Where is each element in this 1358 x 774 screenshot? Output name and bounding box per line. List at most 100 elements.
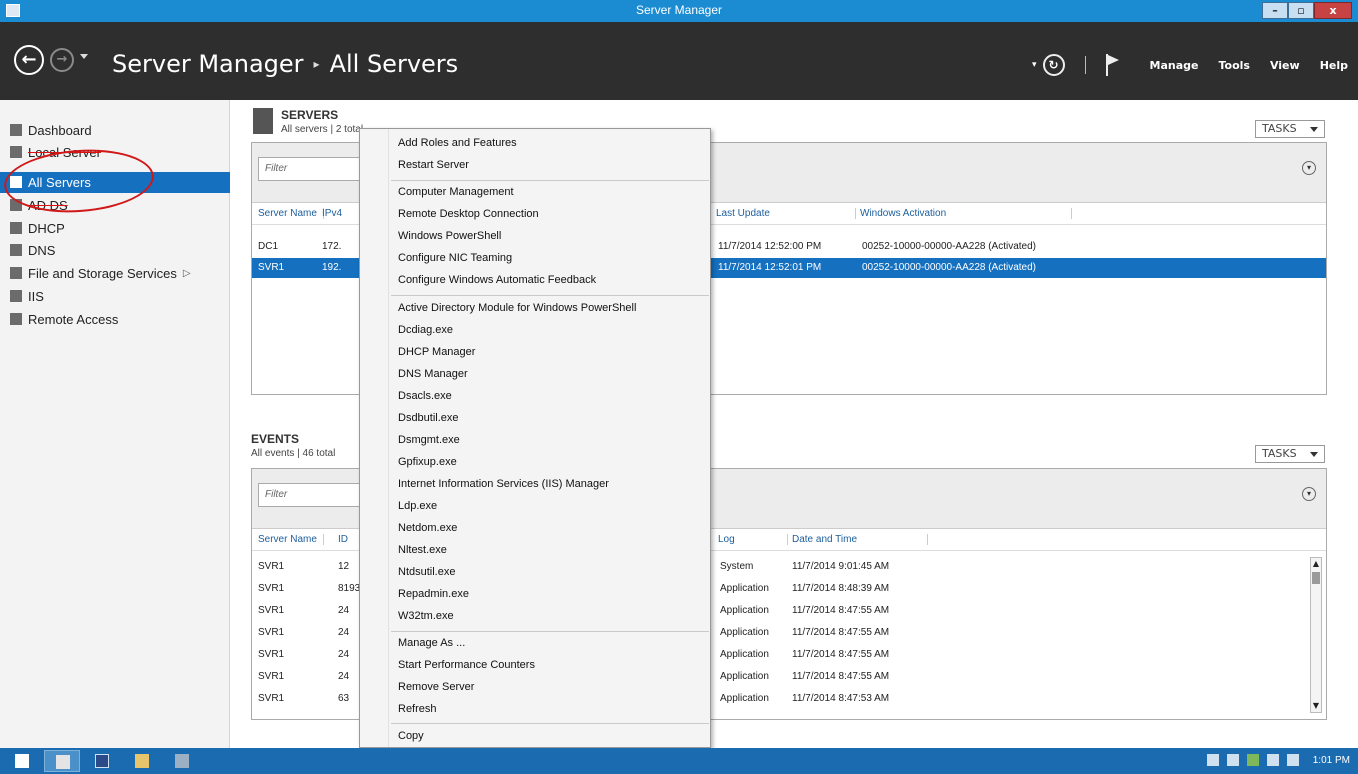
menu-item-automatic-feedback[interactable]: Configure Windows Automatic Feedback <box>398 274 596 286</box>
scroll-thumb[interactable] <box>1312 572 1320 584</box>
servers-filter-input[interactable]: Filter <box>258 157 368 181</box>
menu-item-nltest[interactable]: Nltest.exe <box>398 544 447 556</box>
notifications-flag-icon[interactable] <box>1105 54 1120 76</box>
menu-item-w32tm[interactable]: W32tm.exe <box>398 610 454 622</box>
sidebar-item-dashboard[interactable]: Dashboard <box>0 120 230 141</box>
menu-item-remove-server[interactable]: Remove Server <box>398 681 474 693</box>
breadcrumb-current: All Servers <box>329 50 459 78</box>
forward-button[interactable]: → <box>50 48 74 72</box>
column-ipv4[interactable]: IPv4 <box>322 208 342 219</box>
event-id-cell: 24 <box>338 671 350 682</box>
windows-taskbar: 1:01 PM <box>0 748 1358 774</box>
menu-item-computer-management[interactable]: Computer Management <box>398 186 514 198</box>
refresh-icon[interactable]: ↻ <box>1042 54 1065 76</box>
menu-item-performance-counters[interactable]: Start Performance Counters <box>398 659 535 671</box>
expand-icon[interactable]: ▾ <box>1302 161 1316 175</box>
menu-item-manage-as[interactable]: Manage As ... <box>398 637 465 649</box>
menu-item-gpfixup[interactable]: Gpfixup.exe <box>398 456 457 468</box>
activation-cell: 00252-10000-00000-AA228 (Activated) <box>862 241 1037 252</box>
minimize-button[interactable]: – <box>1262 2 1288 19</box>
volume-icon[interactable] <box>1286 754 1299 766</box>
maximize-button[interactable]: ▫ <box>1288 2 1314 19</box>
menu-item-copy[interactable]: Copy <box>398 730 424 742</box>
header-divider <box>1084 56 1086 74</box>
refresh-dropdown-icon[interactable]: ▾ <box>1032 60 1037 70</box>
servers-tasks-button[interactable]: TASKS <box>1255 120 1325 138</box>
menu-item-ldp[interactable]: Ldp.exe <box>398 500 437 512</box>
file-storage-icon <box>10 267 22 279</box>
breadcrumb-root[interactable]: Server Manager <box>112 50 304 78</box>
menu-item-add-roles[interactable]: Add Roles and Features <box>398 137 517 149</box>
close-button[interactable]: x <box>1314 2 1352 19</box>
menu-item-iis-manager[interactable]: Internet Information Services (IIS) Mana… <box>398 478 609 490</box>
column-server-name[interactable]: Server Name <box>258 208 324 219</box>
sidebar-item-file-storage[interactable]: File and Storage Services ▷ <box>0 263 230 284</box>
menu-view[interactable]: View <box>1270 59 1300 72</box>
start-button[interactable] <box>4 750 40 772</box>
tools-icon <box>175 754 189 768</box>
events-scrollbar[interactable]: ▲ ▼ <box>1310 557 1322 713</box>
last-update-cell: 11/7/2014 12:52:01 PM <box>718 262 822 273</box>
menu-item-restart-server[interactable]: Restart Server <box>398 159 469 171</box>
event-datetime-cell: 11/7/2014 8:47:53 AM <box>792 693 890 704</box>
event-id-cell: 63 <box>338 693 350 704</box>
expand-arrow-icon[interactable]: ▷ <box>183 268 191 279</box>
event-datetime-cell: 11/7/2014 8:48:39 AM <box>792 583 890 594</box>
column-log[interactable]: Log <box>718 534 788 545</box>
powershell-icon <box>95 754 109 768</box>
menu-tools[interactable]: Tools <box>1218 59 1249 72</box>
start-icon <box>15 754 29 768</box>
menu-item-remote-desktop[interactable]: Remote Desktop Connection <box>398 208 539 220</box>
scroll-up-icon[interactable]: ▲ <box>1311 558 1321 570</box>
event-datetime-cell: 11/7/2014 8:47:55 AM <box>792 649 890 660</box>
menu-item-dsacls[interactable]: Dsacls.exe <box>398 390 452 402</box>
window-controls: – ▫ x <box>1262 2 1352 19</box>
menu-item-dcdiag[interactable]: Dcdiag.exe <box>398 324 453 336</box>
menu-item-ntdsutil[interactable]: Ntdsutil.exe <box>398 566 455 578</box>
action-center-flag-icon[interactable] <box>1226 754 1239 766</box>
column-windows-activation[interactable]: Windows Activation <box>860 208 1072 219</box>
event-datetime-cell: 11/7/2014 8:47:55 AM <box>792 671 890 682</box>
menu-item-dhcp-manager[interactable]: DHCP Manager <box>398 346 475 358</box>
sidebar-item-dns[interactable]: DNS <box>0 240 230 261</box>
history-dropdown-icon[interactable] <box>80 54 88 59</box>
taskbar-server-manager[interactable] <box>44 750 80 772</box>
keyboard-icon[interactable] <box>1206 754 1219 766</box>
sidebar-item-label: DHCP <box>28 221 65 236</box>
menu-manage[interactable]: Manage <box>1150 59 1199 72</box>
scroll-down-icon[interactable]: ▼ <box>1311 700 1321 712</box>
window-title-bar[interactable]: Server Manager – ▫ x <box>0 0 1358 22</box>
sidebar-item-remote-access[interactable]: Remote Access <box>0 309 230 330</box>
sidebar-item-dhcp[interactable]: DHCP <box>0 218 230 239</box>
column-last-update[interactable]: Last Update <box>716 208 856 219</box>
breadcrumb-separator-icon: ▸ <box>313 57 320 71</box>
event-server-cell: SVR1 <box>258 627 285 638</box>
menu-item-nic-teaming[interactable]: Configure NIC Teaming <box>398 252 512 264</box>
event-id-cell: 24 <box>338 627 350 638</box>
menu-help[interactable]: Help <box>1320 59 1348 72</box>
clock[interactable]: 1:01 PM <box>1313 755 1350 766</box>
window-title: Server Manager <box>635 3 723 17</box>
menu-item-netdom[interactable]: Netdom.exe <box>398 522 457 534</box>
menu-item-repadmin[interactable]: Repadmin.exe <box>398 588 469 600</box>
menu-item-dsmgmt[interactable]: Dsmgmt.exe <box>398 434 460 446</box>
network-icon[interactable] <box>1266 754 1279 766</box>
sidebar-item-iis[interactable]: IIS <box>0 286 230 307</box>
events-tasks-button[interactable]: TASKS <box>1255 445 1325 463</box>
events-filter-input[interactable]: Filter <box>258 483 368 507</box>
taskbar-file-explorer[interactable] <box>124 750 160 772</box>
taskbar-powershell[interactable] <box>84 750 120 772</box>
menu-item-powershell[interactable]: Windows PowerShell <box>398 230 501 242</box>
menu-item-refresh[interactable]: Refresh <box>398 703 437 715</box>
sidebar-item-label: DNS <box>28 243 56 258</box>
taskbar-tools[interactable] <box>164 750 200 772</box>
expand-icon[interactable]: ▾ <box>1302 487 1316 501</box>
back-button[interactable]: ← <box>14 45 44 75</box>
security-icon[interactable] <box>1246 754 1259 766</box>
column-server-name[interactable]: Server Name <box>258 534 324 545</box>
menu-item-dsdbutil[interactable]: Dsdbutil.exe <box>398 412 459 424</box>
column-id[interactable]: ID <box>338 534 348 545</box>
menu-item-dns-manager[interactable]: DNS Manager <box>398 368 468 380</box>
column-date-time[interactable]: Date and Time <box>792 534 928 545</box>
menu-item-ad-module[interactable]: Active Directory Module for Windows Powe… <box>398 302 636 314</box>
